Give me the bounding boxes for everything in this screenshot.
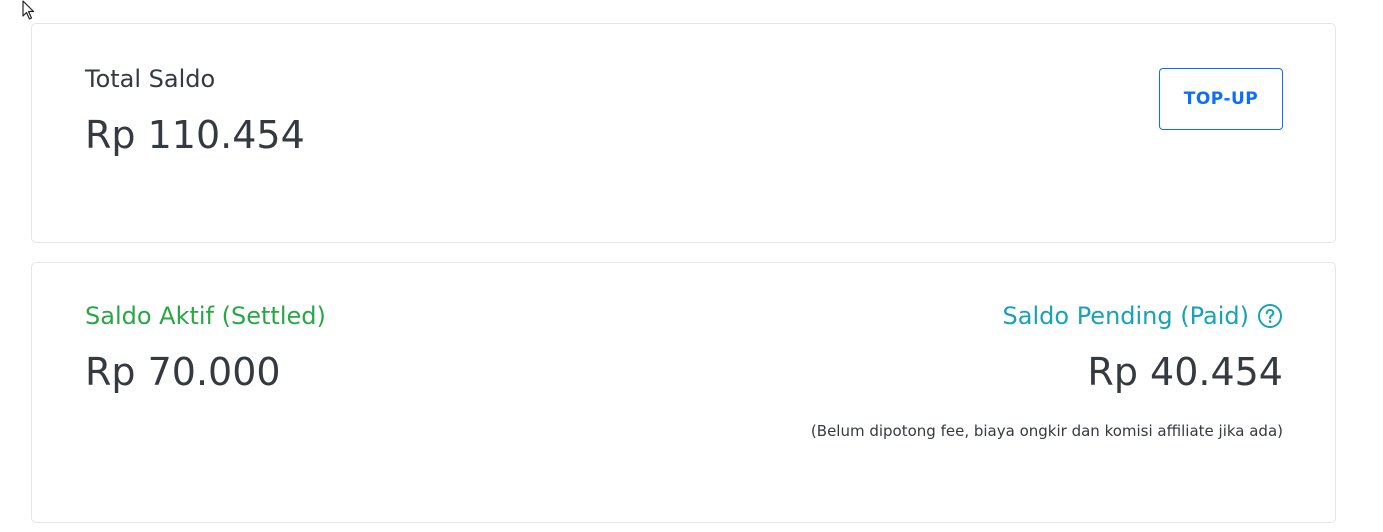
total-balance-label: Total Saldo [85,65,216,93]
active-balance-label: Saldo Aktif (Settled) [85,302,326,330]
total-balance-card: Total Saldo Rp 110.454 TOP-UP [31,23,1336,243]
active-balance-amount: Rp 70.000 [85,350,281,394]
top-up-button[interactable]: TOP-UP [1159,68,1283,130]
question-circle-icon[interactable] [1257,303,1283,329]
mouse-cursor-icon [22,0,35,20]
total-balance-amount: Rp 110.454 [85,113,305,157]
pending-balance-label: Saldo Pending (Paid) [1002,302,1249,330]
pending-balance-header: Saldo Pending (Paid) [1003,301,1283,331]
pending-balance-note: (Belum dipotong fee, biaya ongkir dan ko… [810,422,1283,440]
balance-detail-card: Saldo Aktif (Settled) Rp 70.000 Saldo Pe… [31,262,1336,523]
pending-balance-amount: Rp 40.454 [1087,350,1283,394]
